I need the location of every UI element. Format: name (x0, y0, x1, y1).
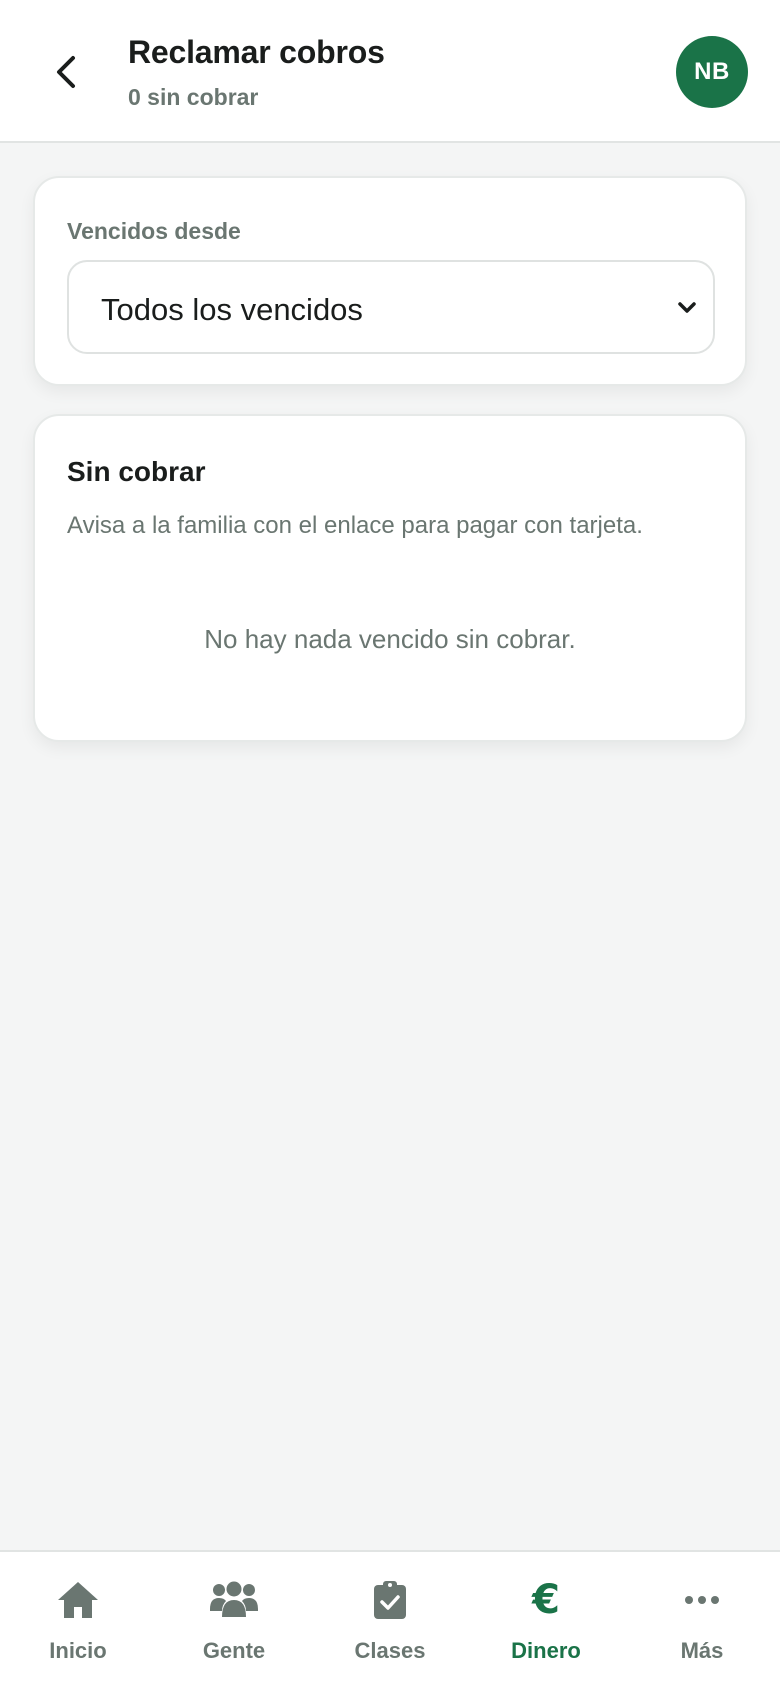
empty-state-message: No hay nada vencido sin cobrar. (204, 624, 576, 654)
app: Reclamar cobros 0 sin cobrar NB Vencidos… (0, 0, 780, 1688)
nav-label-mas: Más (680, 1638, 724, 1663)
back-button[interactable] (44, 46, 88, 98)
nav-label-dinero: Dinero (511, 1638, 581, 1663)
euro-icon: € (532, 1577, 560, 1623)
nav-item-mas[interactable]: Más (624, 1552, 780, 1688)
more-icon (678, 1578, 726, 1622)
nav-label-clases: Clases (354, 1638, 426, 1663)
page-subtitle: 0 sin cobrar (128, 84, 259, 110)
pending-description: Avisa a la familia con el enlace para pa… (67, 512, 643, 539)
nav-item-dinero[interactable]: € Dinero (468, 1552, 624, 1688)
people-icon (210, 1578, 258, 1622)
avatar[interactable]: NB (676, 36, 748, 108)
nav-label-gente: Gente (202, 1638, 266, 1663)
nav-item-clases[interactable]: Clases (312, 1552, 468, 1688)
home-icon (54, 1578, 102, 1622)
chevron-down-icon (678, 302, 696, 313)
pending-title: Sin cobrar (67, 456, 206, 487)
filter-label: Vencidos desde (67, 218, 241, 244)
select-value: Todos los vencidos (101, 292, 363, 327)
filter-card: Vencidos desde Todos los vencidos (33, 176, 747, 386)
clipboard-check-icon (366, 1578, 414, 1622)
nav-item-inicio[interactable]: Inicio (0, 1552, 156, 1688)
top-header: Reclamar cobros 0 sin cobrar NB (0, 0, 780, 143)
due-since-select[interactable]: Todos los vencidos (67, 260, 715, 354)
bottom-nav: Inicio Gente Clases € Dinero Más (0, 1550, 780, 1688)
chevron-left-icon (57, 56, 75, 88)
pending-card: Sin cobrar Avisa a la familia con el enl… (33, 414, 747, 742)
page-title: Reclamar cobros (128, 34, 385, 70)
nav-item-gente[interactable]: Gente (156, 1552, 312, 1688)
nav-label-inicio: Inicio (49, 1638, 107, 1663)
